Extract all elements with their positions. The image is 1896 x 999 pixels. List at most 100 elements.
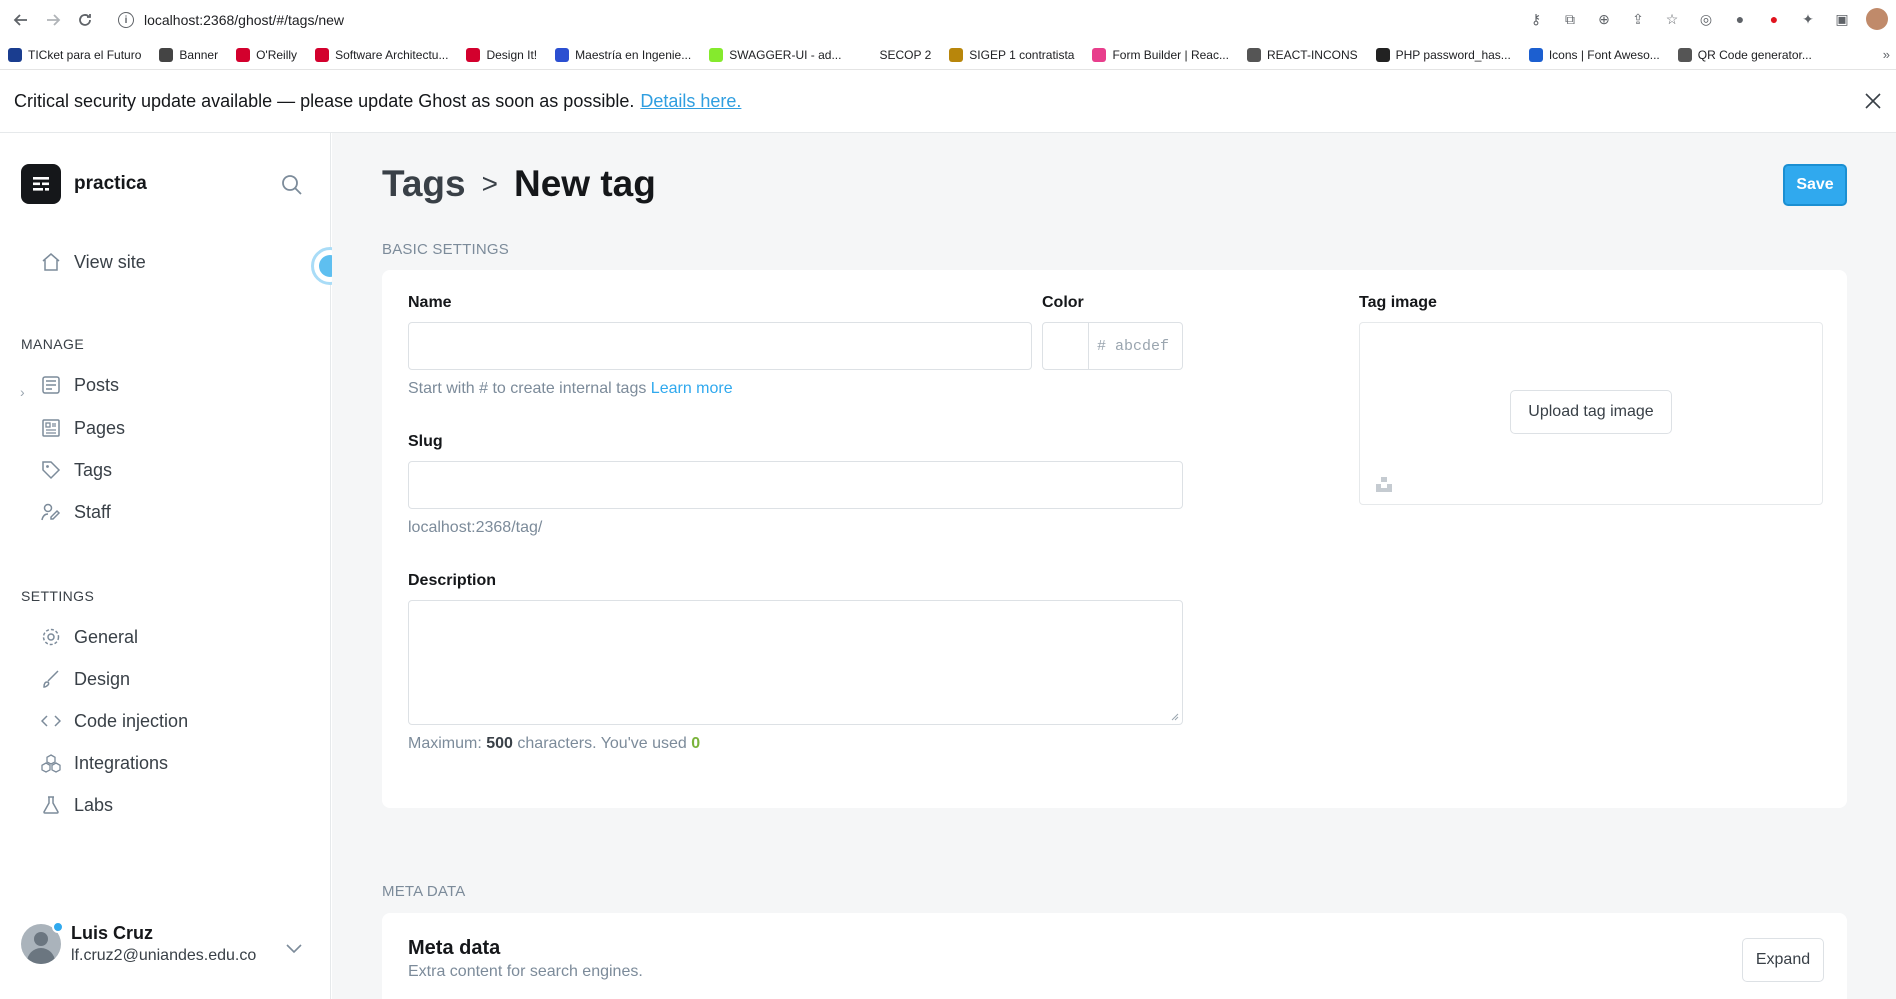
sidebar-item-general[interactable]: General bbox=[40, 626, 138, 648]
manage-heading: MANAGE bbox=[21, 336, 85, 352]
name-input[interactable] bbox=[408, 322, 1032, 370]
resize-handle-icon[interactable] bbox=[1169, 711, 1179, 721]
breadcrumb: Tags > New tag bbox=[382, 163, 656, 205]
extension-avatar-icon[interactable]: ● bbox=[1730, 9, 1750, 29]
bookmark-label: QR Code generator... bbox=[1697, 47, 1812, 62]
bookmark-item[interactable]: REACT-INCONS bbox=[1246, 47, 1358, 62]
sidebar-item-staff[interactable]: Staff bbox=[40, 501, 111, 523]
view-site-link[interactable]: View site bbox=[40, 251, 146, 273]
star-icon[interactable]: ☆ bbox=[1662, 9, 1682, 29]
translate-icon[interactable]: ⧉ bbox=[1560, 9, 1580, 29]
bookmark-item[interactable]: Software Architectu... bbox=[315, 47, 449, 62]
color-input[interactable]: # abcdef bbox=[1042, 322, 1183, 370]
sidebar-item-code-injection[interactable]: Code injection bbox=[40, 710, 188, 732]
bookmark-favicon-icon bbox=[1677, 47, 1692, 62]
bookmark-favicon-icon bbox=[236, 47, 251, 62]
reload-icon[interactable] bbox=[72, 7, 98, 33]
learn-more-link[interactable]: Learn more bbox=[651, 380, 733, 397]
breadcrumb-tags-link[interactable]: Tags bbox=[382, 163, 466, 205]
site-name[interactable]: practica bbox=[74, 173, 147, 195]
upload-tag-image-button[interactable]: Upload tag image bbox=[1510, 390, 1672, 434]
share-icon[interactable]: ⇪ bbox=[1628, 9, 1648, 29]
meta-data-title: Meta data bbox=[408, 937, 501, 959]
home-icon bbox=[40, 251, 62, 273]
bookmark-favicon-icon bbox=[709, 47, 724, 62]
color-label: Color bbox=[1042, 294, 1084, 311]
sidepanel-icon[interactable]: ▣ bbox=[1832, 9, 1852, 29]
sidebar-item-tags[interactable]: Tags bbox=[40, 459, 112, 481]
extension-icon[interactable]: ◎ bbox=[1696, 9, 1716, 29]
sidebar-item-label: Pages bbox=[74, 417, 126, 438]
slug-input[interactable] bbox=[408, 461, 1183, 509]
bookmark-label: SIGEP 1 contratista bbox=[969, 47, 1075, 62]
bookmarks-overflow-icon[interactable]: » bbox=[1883, 47, 1890, 62]
bookmark-item[interactable]: TICket para el Futuro bbox=[8, 47, 142, 62]
chevron-right-icon[interactable]: › bbox=[20, 384, 25, 400]
zoom-icon[interactable]: ⊕ bbox=[1594, 9, 1614, 29]
bookmark-label: Banner bbox=[179, 47, 219, 62]
bookmark-item[interactable]: Maestría en Ingenie... bbox=[555, 47, 691, 62]
forward-icon[interactable] bbox=[40, 7, 66, 33]
bookmark-item[interactable]: Banner bbox=[159, 47, 219, 62]
sidebar-item-integrations[interactable]: Integrations bbox=[40, 752, 168, 774]
slug-hint: localhost:2368/tag/ bbox=[408, 519, 543, 536]
expand-button[interactable]: Expand bbox=[1742, 938, 1824, 982]
chevron-down-icon[interactable] bbox=[284, 938, 304, 958]
search-icon[interactable] bbox=[280, 173, 304, 197]
unsplash-icon[interactable] bbox=[1375, 475, 1393, 493]
opera-icon[interactable]: ● bbox=[1764, 9, 1784, 29]
description-hint: Maximum: 500 characters. You've used 0 bbox=[408, 735, 701, 752]
bookmark-favicon-icon bbox=[859, 47, 874, 62]
sidebar-item-design[interactable]: Design bbox=[40, 668, 130, 690]
bookmark-item[interactable]: SIGEP 1 contratista bbox=[949, 47, 1075, 62]
bookmark-item[interactable]: Design It! bbox=[466, 47, 537, 62]
puzzle-icon[interactable]: ✦ bbox=[1798, 9, 1818, 29]
description-label: Description bbox=[408, 572, 497, 589]
close-icon[interactable] bbox=[1862, 90, 1884, 112]
bookmark-favicon-icon bbox=[949, 47, 964, 62]
bookmarks-bar: TICket para el Futuro Banner O'Reilly Softw… bbox=[0, 40, 1896, 70]
key-icon[interactable]: ⚷ bbox=[1526, 9, 1546, 29]
banner-text: Critical security update available — ple… bbox=[14, 90, 635, 111]
sidebar-item-labs[interactable]: Labs bbox=[40, 794, 113, 816]
bookmark-label: Software Architectu... bbox=[335, 47, 449, 62]
bookmark-label: REACT-INCONS bbox=[1266, 47, 1358, 62]
site-logo-icon[interactable] bbox=[21, 164, 61, 204]
back-icon[interactable] bbox=[8, 7, 34, 33]
bookmark-item[interactable]: SWAGGER-UI - ad... bbox=[709, 47, 841, 62]
settings-heading: SETTINGS bbox=[21, 588, 95, 604]
sidebar-item-pages[interactable]: Pages bbox=[40, 417, 125, 439]
color-swatch[interactable] bbox=[1043, 323, 1089, 369]
bookmark-item[interactable]: QR Code generator... bbox=[1677, 47, 1812, 62]
description-textarea[interactable] bbox=[408, 600, 1183, 725]
sidebar-item-label: Staff bbox=[74, 501, 111, 522]
bookmark-item[interactable]: SECOP 2 bbox=[859, 47, 932, 62]
bookmark-item[interactable]: O'Reilly bbox=[236, 47, 297, 62]
name-label: Name bbox=[408, 294, 452, 311]
bookmark-favicon-icon bbox=[1246, 47, 1261, 62]
bookmark-label: Icons | Font Aweso... bbox=[1548, 47, 1660, 62]
page-title: New tag bbox=[513, 163, 656, 204]
bookmark-item[interactable]: Form Builder | Reac... bbox=[1092, 47, 1229, 62]
bookmark-favicon-icon bbox=[1092, 47, 1107, 62]
sidebar-item-label: Labs bbox=[74, 794, 114, 815]
bookmark-label: SECOP 2 bbox=[879, 47, 932, 62]
bookmark-item[interactable]: PHP password_has... bbox=[1375, 47, 1511, 62]
bookmark-favicon-icon bbox=[315, 47, 330, 62]
sidebar-item-posts[interactable]: Posts bbox=[40, 374, 119, 396]
site-info-icon[interactable]: i bbox=[118, 12, 134, 28]
save-button[interactable]: Save bbox=[1783, 164, 1847, 206]
sidebar-item-label: Code injection bbox=[74, 710, 189, 731]
meta-data-card bbox=[382, 913, 1847, 999]
sidebar-item-label: Integrations bbox=[74, 752, 169, 773]
address-bar[interactable]: localhost:2368/ghost/#/tags/new bbox=[144, 12, 344, 28]
security-banner: Critical security update available — ple… bbox=[0, 70, 1896, 133]
bookmark-label: TICket para el Futuro bbox=[28, 47, 142, 62]
details-link[interactable]: Details here. bbox=[640, 91, 741, 112]
bookmark-item[interactable]: Icons | Font Aweso... bbox=[1528, 47, 1660, 62]
code-icon bbox=[40, 710, 62, 732]
bookmark-favicon-icon bbox=[8, 47, 22, 62]
view-site-label: View site bbox=[74, 251, 146, 272]
profile-avatar[interactable] bbox=[1866, 8, 1888, 30]
slug-label: Slug bbox=[408, 433, 443, 450]
